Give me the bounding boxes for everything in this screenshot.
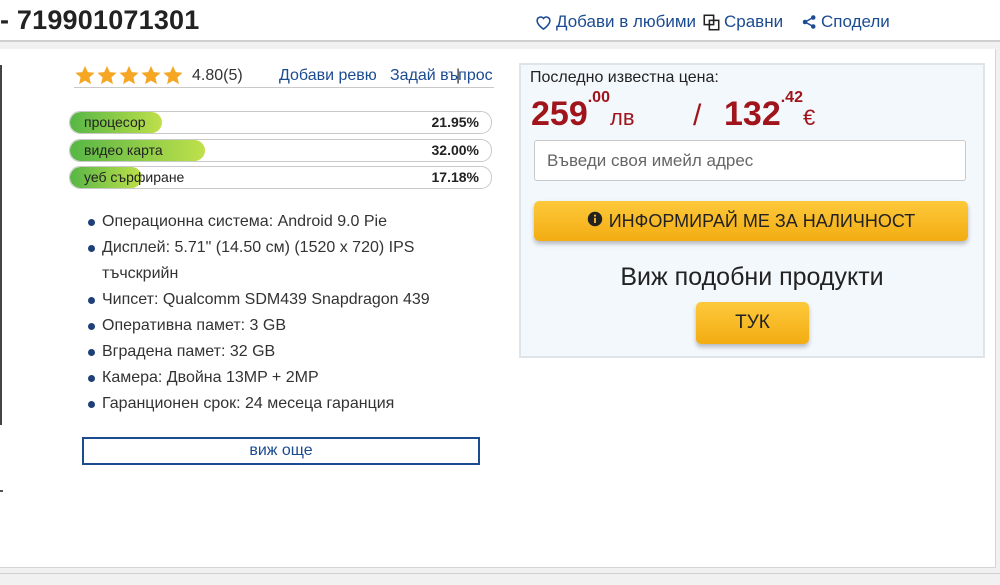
notify-availability-button[interactable]: ИНФОРМИРАЙ МЕ ЗА НАЛИЧНОСТ	[534, 201, 968, 241]
rating-row: 4.80(5) Добави ревю | Задай въпрос	[74, 65, 494, 88]
performance-label: видео карта	[84, 142, 163, 158]
compare-icon	[703, 14, 720, 31]
share-link[interactable]: Сподели	[802, 12, 890, 32]
see-more-button[interactable]: виж още	[82, 437, 480, 465]
performance-percent: 17.18%	[431, 169, 479, 185]
performance-percent: 21.95%	[431, 114, 479, 130]
price-eur-currency: €	[802, 105, 816, 130]
spec-item: Оперативна памет: 3 GB	[86, 313, 486, 339]
spec-item: Чипсет: Qualcomm SDM439 Snapdragon 439	[86, 287, 486, 313]
spec-item: Камера: Двойна 13MP + 2MP	[86, 365, 486, 391]
similar-products-button[interactable]: ТУК	[696, 302, 809, 344]
star-icon	[75, 65, 95, 85]
price-eur-cents: .42	[780, 89, 803, 106]
spec-list: Операционна система: Android 9.0 Pie Дис…	[86, 209, 486, 417]
similar-products-heading: Виж подобни продукти	[620, 263, 884, 291]
performance-bar-web: уеб сърфиране 17.18%	[69, 166, 492, 189]
compare-label: Сравни	[724, 12, 784, 31]
add-review-link[interactable]: Добави ревю	[279, 67, 377, 85]
add-to-favorites-link[interactable]: Добави в любими	[535, 12, 696, 32]
price-bgn-main: 259	[531, 95, 588, 133]
star-icon	[119, 65, 139, 85]
spec-item: Вградена памет: 32 GB	[86, 339, 486, 365]
left-edge-tick	[0, 490, 3, 492]
info-icon	[587, 211, 603, 232]
ask-question-link[interactable]: Задай въпрос	[390, 67, 493, 85]
notify-availability-label: ИНФОРМИРАЙ МЕ ЗА НАЛИЧНОСТ	[608, 210, 916, 231]
performance-percent: 32.00%	[431, 142, 479, 158]
rating-value: 4.80(5)	[192, 67, 243, 84]
left-edge-divider	[0, 65, 2, 425]
last-price-label: Последно известна цена:	[530, 69, 719, 86]
price-bgn-cents: .00	[587, 89, 610, 106]
price-box: Последно известна цена: 259.00лв / 132.4…	[519, 63, 985, 358]
product-title: - 719901071301	[0, 5, 200, 35]
rating-stars	[74, 64, 184, 86]
performance-bar-cpu: процесор 21.95%	[69, 111, 492, 134]
performance-label: уеб сърфиране	[84, 169, 185, 185]
spec-item: Гаранционен срок: 24 месеца гаранция	[86, 391, 486, 417]
price-bgn: 259.00лв	[531, 89, 635, 134]
star-icon	[141, 65, 161, 85]
add-to-favorites-label: Добави в любими	[556, 12, 697, 31]
product-header: - 719901071301 Добави в любими Сравни Сп…	[0, 0, 1000, 42]
price-eur-main: 132	[724, 95, 781, 133]
spec-item: Операционна система: Android 9.0 Pie	[86, 209, 486, 235]
email-input[interactable]	[534, 140, 966, 181]
price-bgn-currency: лв	[609, 105, 635, 130]
performance-label: процесор	[84, 114, 146, 130]
footer-divider	[0, 573, 1000, 574]
share-icon	[802, 14, 817, 30]
compare-link[interactable]: Сравни	[703, 12, 783, 32]
price-separator: /	[693, 99, 702, 132]
spec-item: Дисплей: 5.71" (14.50 см) (1520 x 720) I…	[86, 235, 486, 287]
share-label: Сподели	[821, 12, 890, 31]
price-eur: 132.42€	[724, 89, 816, 134]
star-icon	[163, 65, 183, 85]
star-icon	[97, 65, 117, 85]
heart-icon	[535, 14, 552, 30]
performance-bar-gpu: видео карта 32.00%	[69, 139, 492, 162]
